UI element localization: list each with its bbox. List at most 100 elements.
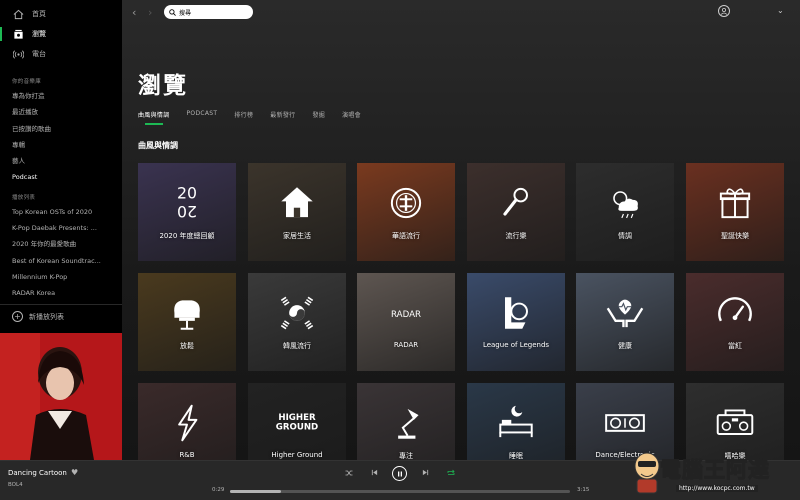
tab-discover[interactable]: 發掘 — [312, 110, 325, 123]
library-item-made-for-you[interactable]: 專為你打造 — [0, 88, 112, 104]
genre-tile-label: RADAR — [393, 341, 419, 349]
user-avatar-icon[interactable] — [718, 5, 730, 17]
watermark-url: http://www.kocpc.com.tw — [676, 485, 758, 492]
sidebar-item-label: 首頁 — [32, 10, 46, 18]
genre-tile[interactable]: RADAR RADAR — [357, 273, 455, 371]
pause-button[interactable] — [392, 466, 407, 481]
topbar: ‹ › ⌄ — [122, 0, 800, 26]
search-icon — [169, 8, 176, 16]
library-item-podcast[interactable]: Podcast — [0, 169, 112, 185]
previous-icon[interactable] — [371, 469, 378, 478]
genre-tile[interactable]: HIGHER GROUND Higher Ground — [248, 383, 346, 460]
genre-tile-label: 睡眠 — [509, 452, 523, 460]
main-content: ‹ › ⌄ 瀏覽 曲風與情調 PODCAST 排行榜 最新發行 發掘 演唱會 曲… — [122, 0, 800, 460]
repeat-icon[interactable] — [447, 469, 455, 479]
genre-tile[interactable]: 華語流行 — [357, 163, 455, 261]
library-item-liked-songs[interactable]: 已按讚的歌曲 — [0, 121, 112, 137]
tab-podcast[interactable]: PODCAST — [187, 110, 218, 123]
genre-tile[interactable]: 專注 — [357, 383, 455, 460]
playlist-item[interactable]: Top Korean OSTs of 2020 — [0, 204, 112, 220]
genre-tile[interactable]: 健康 — [576, 273, 674, 371]
genre-tile[interactable]: 韓風流行 — [248, 273, 346, 371]
genre-tile-label: 華語流行 — [392, 232, 420, 240]
playlist-item[interactable]: 2020 年你的最愛歌曲 — [0, 236, 112, 252]
browse-tabs: 曲風與情調 PODCAST 排行榜 最新發行 發掘 演唱會 — [138, 110, 378, 125]
genre-tile[interactable]: 家居生活 — [248, 163, 346, 261]
lol-logo-icon — [505, 297, 528, 329]
genre-tile-label: Higher Ground — [271, 451, 323, 459]
boombox-icon — [716, 409, 754, 436]
sidebar-item-radio[interactable]: 電台 — [0, 44, 122, 64]
progress-fill — [230, 490, 281, 493]
genre-tile-label: 韓風流行 — [283, 342, 311, 350]
now-playing-title[interactable]: Dancing Cartoon — [8, 469, 67, 477]
forward-arrow-icon[interactable]: › — [148, 6, 152, 19]
pause-icon — [397, 471, 402, 476]
higher-ground-icon: HIGHERGROUND — [276, 413, 318, 432]
playlist-item[interactable]: RADAR Korea — [0, 285, 112, 301]
genre-tile[interactable]: 當紅 — [686, 273, 784, 371]
page-title: 瀏覽 — [138, 73, 188, 99]
lightning-icon — [178, 404, 198, 442]
health-hands-icon — [606, 299, 644, 328]
genre-tile[interactable]: 情調 — [576, 163, 674, 261]
search-box[interactable] — [164, 5, 253, 19]
chevron-down-icon[interactable]: ⌄ — [777, 6, 784, 15]
genre-tile[interactable]: Dance/Electronic — [576, 383, 674, 460]
genre-tile-label: 流行樂 — [505, 232, 527, 240]
tab-new-releases[interactable]: 最新發行 — [270, 110, 295, 123]
2020-icon: 2020 — [177, 183, 197, 221]
svg-text:20: 20 — [177, 202, 197, 221]
library-item-recently-played[interactable]: 最近播放 — [0, 104, 112, 120]
now-playing-artist[interactable]: BOL4 — [8, 482, 23, 488]
desk-lamp-icon — [398, 409, 419, 439]
genre-tile-label: 當紅 — [728, 342, 742, 350]
now-playing-cover-art[interactable] — [0, 333, 122, 460]
genre-tile[interactable]: R&B — [138, 383, 236, 460]
watermark-text: 電腦王阿達 — [660, 458, 770, 483]
genre-tile[interactable]: 嘻哈樂 — [686, 383, 784, 460]
svg-text:GROUND: GROUND — [276, 422, 318, 432]
browse-icon — [12, 28, 24, 40]
turntables-icon — [605, 414, 645, 433]
watermark: 電腦王阿達 http://www.kocpc.com.tw — [634, 450, 800, 500]
playlists-heading: 播放列表 — [12, 194, 36, 201]
genre-tile-label: 健康 — [618, 342, 632, 350]
sidebar-item-home[interactable]: 首頁 — [0, 4, 122, 24]
genre-tile[interactable]: 20 20 2020 年度總回顧 — [138, 163, 236, 261]
shuffle-icon[interactable] — [345, 469, 353, 479]
new-playlist-label: 新播放列表 — [29, 312, 64, 321]
gauge-icon — [718, 297, 752, 322]
radar-text-icon: RADAR — [391, 310, 421, 320]
new-playlist-button[interactable]: + 新播放列表 — [12, 311, 64, 322]
sidebar-item-label: 電台 — [32, 50, 46, 58]
gift-icon — [719, 188, 751, 219]
search-input[interactable] — [179, 8, 249, 16]
duration-time: 3:15 — [577, 487, 590, 493]
sidebar-item-browse[interactable]: 瀏覽 — [0, 24, 122, 44]
svg-text:20: 20 — [177, 183, 197, 202]
genre-tile[interactable]: 放鬆 — [138, 273, 236, 371]
progress-bar[interactable] — [230, 490, 570, 493]
heart-icon[interactable]: ♥ — [71, 468, 78, 477]
back-arrow-icon[interactable]: ‹ — [132, 6, 136, 19]
main-nav: 首頁 瀏覽 電台 — [0, 0, 122, 64]
playlist-item[interactable]: Best of Korean Soundtrac... — [0, 253, 112, 269]
library-item-albums[interactable]: 專輯 — [0, 137, 112, 153]
tab-genres-moods[interactable]: 曲風與情調 — [138, 110, 170, 125]
genre-tile[interactable]: League of Legends — [467, 273, 565, 371]
playlist-item[interactable]: Millennium K-Pop — [0, 269, 112, 285]
tab-charts[interactable]: 排行榜 — [234, 110, 253, 123]
genre-tile[interactable]: 流行樂 — [467, 163, 565, 261]
playlist-item[interactable]: K-Pop Daebak Presents: ... — [0, 220, 112, 236]
genre-tile[interactable]: 睡眠 — [467, 383, 565, 460]
genre-tile-label: 專注 — [399, 452, 413, 460]
library-item-artists[interactable]: 藝人 — [0, 153, 112, 169]
genre-tile-label: 家居生活 — [283, 232, 311, 240]
genre-tile-label: 放鬆 — [180, 342, 194, 350]
next-icon[interactable] — [422, 469, 429, 478]
svg-text:RADAR: RADAR — [391, 310, 421, 320]
genre-tile-label: 聖誕快樂 — [721, 232, 749, 240]
genre-tile[interactable]: 聖誕快樂 — [686, 163, 784, 261]
tab-concerts[interactable]: 演唱會 — [342, 110, 361, 123]
